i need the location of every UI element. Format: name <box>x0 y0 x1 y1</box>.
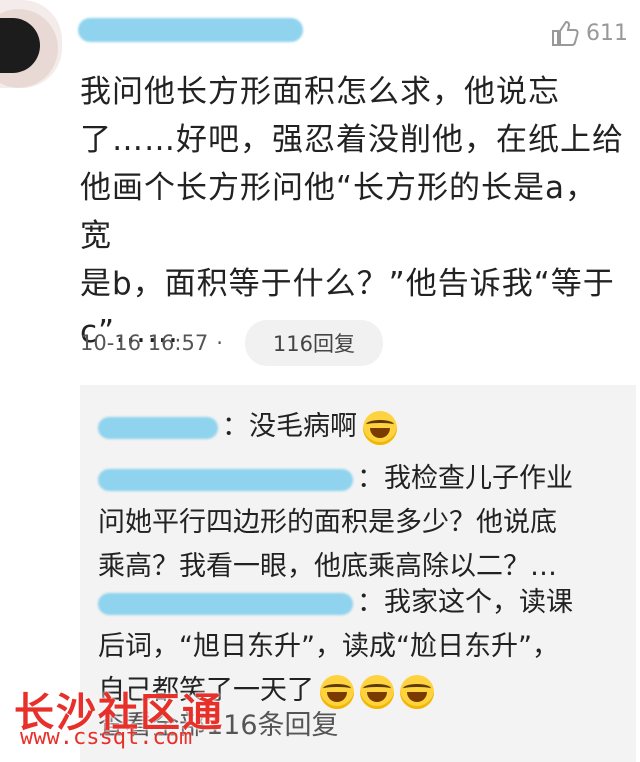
comment-meta: 10-16 16:57 · 116回复 <box>80 320 383 366</box>
avatar-hair <box>0 18 40 73</box>
meta-separator: · <box>216 331 223 355</box>
reply-text: 后词，“旭日东升”，读成“尬日东升”， <box>98 631 559 662</box>
like-button[interactable]: 611 <box>550 18 628 48</box>
comment-line: 他画个长方形问他“长方形的长是a，宽 <box>80 170 598 254</box>
comment-body: 我问他长方形面积怎么求，他说忘 了……好吧，强忍着没削他，在纸上给 他画个长方形… <box>80 68 628 356</box>
avatar[interactable] <box>0 0 62 88</box>
timestamp: 10-16 16:57 <box>80 331 209 355</box>
reply-username-redacted[interactable] <box>98 592 353 615</box>
reply-count-button[interactable]: 116回复 <box>244 320 383 366</box>
reply-item[interactable]: ：没毛病啊 <box>98 405 618 449</box>
reply-text: 问她平行四边形的面积是多少？他说底 <box>98 507 557 538</box>
reply-username-redacted[interactable] <box>98 416 218 439</box>
reply-item[interactable]: ：我检查儿子作业 问她平行四边形的面积是多少？他说底 乘高？我看一眼，他底乘高除… <box>98 457 618 589</box>
reply-text: ：我家这个，读课 <box>357 587 573 618</box>
laughing-emoji-icon <box>363 410 397 445</box>
laughing-emoji-icon <box>400 674 434 709</box>
comment-line: 是b，面积等于什么？”他告诉我“等于 <box>80 266 615 302</box>
comment-line: 我问他长方形面积怎么求，他说忘 <box>80 74 560 110</box>
reply-text: ：我检查儿子作业 <box>357 463 573 494</box>
comment-line: 了……好吧，强忍着没削他，在纸上给 <box>80 122 624 158</box>
username-redacted[interactable] <box>78 18 303 42</box>
watermark-url: www.cssqt.com <box>20 725 193 750</box>
laughing-emoji-icon <box>360 674 394 709</box>
thumbs-up-icon <box>552 20 579 46</box>
like-count: 611 <box>586 20 628 46</box>
reply-text: ：没毛病啊 <box>222 411 357 442</box>
reply-username-redacted[interactable] <box>98 468 353 491</box>
